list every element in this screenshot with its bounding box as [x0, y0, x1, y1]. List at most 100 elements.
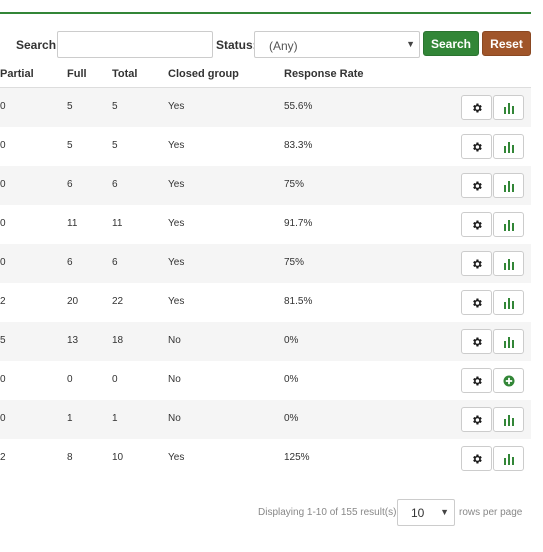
cell-rate: 75% [284, 179, 305, 190]
cell-partial: 5 [0, 335, 6, 346]
cell-partial: 0 [0, 101, 6, 112]
settings-button[interactable] [461, 95, 492, 120]
cell-total: 5 [112, 101, 118, 112]
cell-total: 10 [112, 452, 124, 463]
search-label: Search: [16, 38, 61, 52]
cell-closed: Yes [168, 296, 185, 307]
cell-rate: 81.5% [284, 296, 313, 307]
table-row: 5 13 18 No 0% [0, 322, 531, 361]
search-input[interactable] [57, 31, 213, 58]
cell-total: 6 [112, 179, 118, 190]
cell-full: 5 [67, 140, 73, 151]
cell-full: 13 [67, 335, 79, 346]
table-row: 0 11 11 Yes 91.7% [0, 205, 531, 244]
table-row: 0 6 6 Yes 75% [0, 166, 531, 205]
status-select[interactable]: (Any) ▼ [254, 31, 420, 58]
settings-button[interactable] [461, 368, 492, 393]
column-header-total[interactable]: Total [112, 68, 137, 80]
cell-total: 11 [112, 218, 123, 229]
table-row: 0 0 0 No 0% [0, 361, 531, 400]
cell-full: 1 [67, 413, 73, 424]
cell-rate: 125% [284, 452, 310, 463]
settings-button[interactable] [461, 212, 492, 237]
cell-partial: 0 [0, 413, 6, 424]
results-table: Partial Full Total Closed group Response… [0, 62, 531, 478]
cell-partial: 2 [0, 452, 6, 463]
cell-full: 6 [67, 257, 73, 268]
statistics-button[interactable] [493, 446, 524, 471]
cell-total: 22 [112, 296, 124, 307]
cell-closed: No [168, 374, 181, 385]
cell-rate: 75% [284, 257, 305, 268]
cell-rate: 0% [284, 413, 299, 424]
cell-partial: 0 [0, 374, 6, 385]
statistics-button[interactable] [493, 290, 524, 315]
status-select-value: (Any) [269, 39, 298, 53]
add-response-button[interactable] [493, 368, 524, 393]
column-header-response-rate[interactable]: Response Rate [284, 68, 363, 80]
cell-closed: Yes [168, 452, 185, 463]
cell-partial: 2 [0, 296, 6, 307]
column-header-closed-group[interactable]: Closed group [168, 68, 239, 80]
statistics-button[interactable] [493, 251, 524, 276]
cell-rate: 0% [284, 374, 299, 385]
table-row: 2 20 22 Yes 81.5% [0, 283, 531, 322]
cell-closed: Yes [168, 218, 185, 229]
settings-button[interactable] [461, 329, 492, 354]
settings-button[interactable] [461, 290, 492, 315]
cell-full: 6 [67, 179, 73, 190]
statistics-button[interactable] [493, 173, 524, 198]
search-button[interactable]: Search [423, 31, 479, 56]
cell-total: 1 [112, 413, 118, 424]
cell-total: 0 [112, 374, 118, 385]
settings-button[interactable] [461, 173, 492, 198]
filter-bar: Search: Status: (Any) ▼ Search Reset [0, 31, 543, 58]
header-divider [0, 12, 531, 14]
cell-rate: 0% [284, 335, 299, 346]
statistics-button[interactable] [493, 95, 524, 120]
settings-button[interactable] [461, 134, 492, 159]
statistics-button[interactable] [493, 134, 524, 159]
cell-partial: 0 [0, 218, 6, 229]
cell-total: 5 [112, 140, 118, 151]
rows-per-page-value: 10 [411, 506, 425, 520]
chevron-down-icon: ▼ [440, 507, 449, 517]
table-row: 0 6 6 Yes 75% [0, 244, 531, 283]
cell-closed: No [168, 335, 181, 346]
cell-full: 5 [67, 101, 73, 112]
table-row: 2 8 10 Yes 125% [0, 439, 531, 478]
table-row: 0 5 5 Yes 55.6% [0, 88, 531, 127]
reset-button[interactable]: Reset [482, 31, 531, 56]
cell-full: 11 [67, 218, 78, 229]
cell-rate: 83.3% [284, 140, 313, 151]
pagination-bar: Displaying 1-10 of 155 result(s). 10 ▼ r… [0, 499, 543, 526]
status-label: Status: [216, 38, 257, 52]
column-header-partial[interactable]: Partial [0, 68, 34, 80]
statistics-button[interactable] [493, 407, 524, 432]
cell-closed: No [168, 413, 181, 424]
chevron-down-icon: ▼ [406, 39, 415, 49]
settings-button[interactable] [461, 407, 492, 432]
cell-full: 20 [67, 296, 79, 307]
settings-button[interactable] [461, 251, 492, 276]
cell-total: 6 [112, 257, 118, 268]
cell-total: 18 [112, 335, 124, 346]
cell-full: 8 [67, 452, 73, 463]
settings-button[interactable] [461, 446, 492, 471]
table-header: Partial Full Total Closed group Response… [0, 62, 531, 88]
cell-rate: 55.6% [284, 101, 313, 112]
cell-closed: Yes [168, 179, 185, 190]
cell-partial: 0 [0, 140, 6, 151]
rows-per-page-label: rows per page [459, 507, 523, 518]
table-row: 0 1 1 No 0% [0, 400, 531, 439]
cell-partial: 0 [0, 179, 6, 190]
rows-per-page-select[interactable]: 10 ▼ [397, 499, 455, 526]
statistics-button[interactable] [493, 329, 524, 354]
column-header-full[interactable]: Full [67, 68, 87, 80]
cell-closed: Yes [168, 101, 185, 112]
cell-partial: 0 [0, 257, 6, 268]
cell-closed: Yes [168, 257, 185, 268]
statistics-button[interactable] [493, 212, 524, 237]
pagination-summary: Displaying 1-10 of 155 result(s). [258, 507, 400, 518]
cell-closed: Yes [168, 140, 185, 151]
